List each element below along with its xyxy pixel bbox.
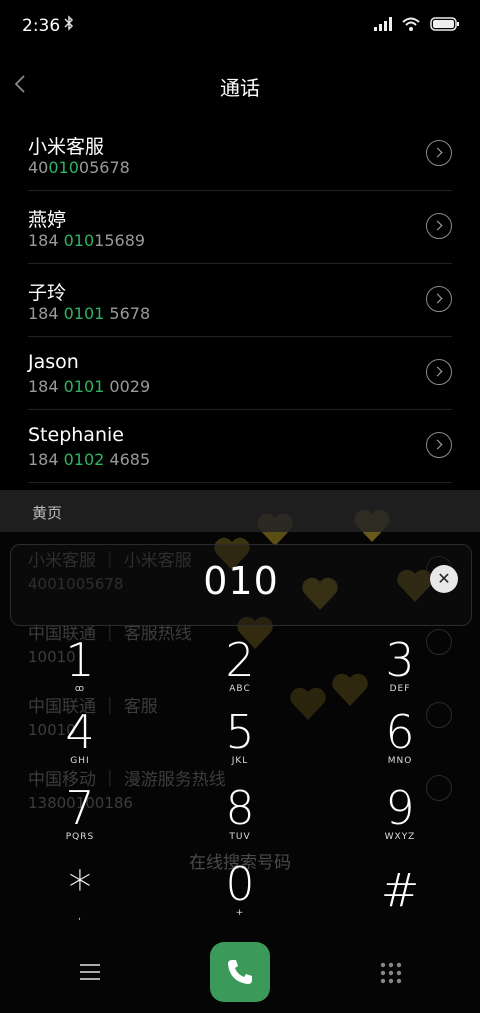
status-time: 2:36 (22, 16, 61, 36)
contact-name: 燕婷 (28, 209, 67, 231)
contact-name: Stephanie (28, 424, 124, 446)
contact-name: 子玲 (28, 282, 67, 304)
signal-icon (374, 16, 392, 35)
key-6[interactable]: 6 MNO (340, 706, 460, 776)
key-4[interactable]: 4 GHI (20, 706, 140, 776)
chevron-right-icon[interactable] (426, 359, 452, 385)
yellow-pages-header: 黄页 (0, 490, 480, 532)
key-7[interactable]: 7 PQRS (20, 782, 140, 852)
status-bar: 2:36 (0, 0, 480, 52)
bottom-bar (0, 930, 480, 1013)
header: 通话 (0, 60, 480, 110)
contact-row[interactable]: 燕婷 184 01015689 (28, 191, 452, 264)
key-8[interactable]: 8 TUV (180, 782, 300, 852)
battery-icon (430, 16, 460, 35)
chevron-right-icon[interactable] (426, 140, 452, 166)
contact-row[interactable]: Stephanie 184 0102 4685 (28, 410, 452, 483)
call-button[interactable] (210, 942, 270, 1002)
page-title: 通话 (220, 76, 260, 100)
bluetooth-icon (64, 15, 74, 35)
chevron-right-icon[interactable] (426, 432, 452, 458)
key-3[interactable]: 3 DEF (340, 634, 460, 704)
status-icons (374, 16, 460, 35)
key-9[interactable]: 9 WXYZ (340, 782, 460, 852)
key-star[interactable]: *, (20, 862, 140, 932)
chevron-right-icon[interactable] (426, 286, 452, 312)
contact-number: 184 0101 0029 (28, 377, 151, 396)
dial-input-box[interactable]: 010 ✕ (10, 544, 472, 626)
key-1[interactable]: 1ꝏ (20, 634, 140, 704)
contact-number: 184 01015689 (28, 231, 146, 250)
contact-number: 4001005678 (28, 158, 130, 177)
key-5[interactable]: 5 JKL (180, 706, 300, 776)
chevron-right-icon[interactable] (426, 213, 452, 239)
dial-input[interactable]: 010 (11, 559, 471, 603)
contact-number: 184 0102 4685 (28, 450, 151, 469)
contact-list: 小米客服 4001005678 燕婷 184 01015689 子玲 184 0… (0, 118, 480, 483)
section-label: 黄页 (32, 504, 63, 522)
menu-icon[interactable] (80, 964, 100, 980)
clear-icon[interactable]: ✕ (430, 565, 458, 593)
key-2[interactable]: 2 ABC (180, 634, 300, 704)
dialpad-icon[interactable] (380, 962, 402, 984)
wifi-icon (402, 16, 420, 35)
contact-name: 小米客服 (28, 136, 105, 158)
contact-number: 184 0101 5678 (28, 304, 151, 323)
key-0[interactable]: 0 + (180, 858, 300, 928)
key-hash[interactable]: # (340, 864, 460, 934)
contact-row[interactable]: 小米客服 4001005678 (28, 118, 452, 191)
contact-row[interactable]: Jason 184 0101 0029 (28, 337, 452, 410)
contact-name: Jason (28, 351, 79, 373)
contact-row[interactable]: 子玲 184 0101 5678 (28, 264, 452, 337)
